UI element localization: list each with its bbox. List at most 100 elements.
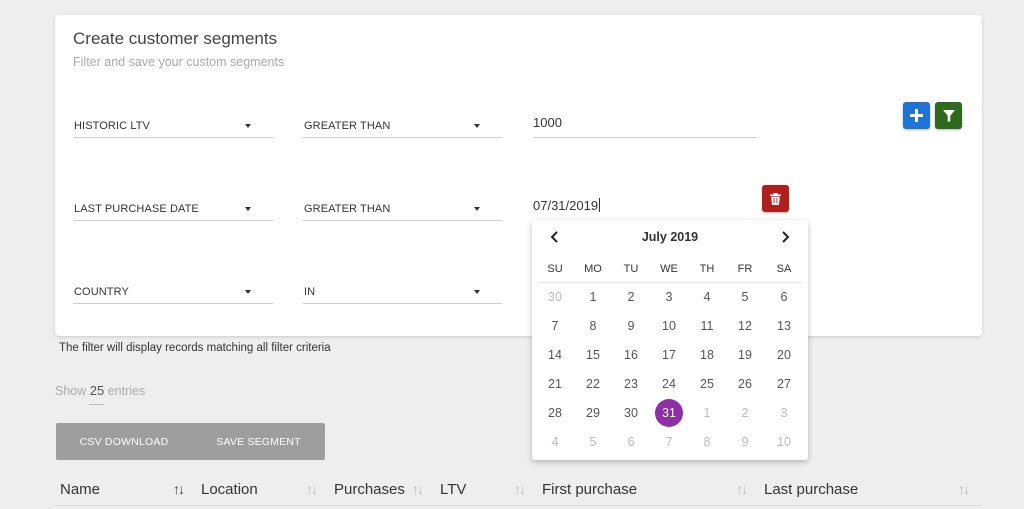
chevron-down-icon xyxy=(245,290,251,294)
chevron-down-icon xyxy=(245,207,251,211)
calendar-day[interactable]: 1 xyxy=(692,400,722,426)
calendar-day[interactable]: 11 xyxy=(692,313,722,339)
calendar-day[interactable]: 8 xyxy=(578,313,608,339)
calendar-month-label: July 2019 xyxy=(641,230,699,244)
entries-prefix: Show xyxy=(55,384,87,398)
calendar-day[interactable]: 16 xyxy=(616,342,646,368)
calendar-day[interactable]: 2 xyxy=(616,284,646,310)
calendar-day[interactable]: 17 xyxy=(654,342,684,368)
date-picker: July 2019 SU MO TU WE TH FR SA 30 1 2 3 4 5 6 7 8 9 10 11 1… xyxy=(532,220,808,460)
calendar-day[interactable]: 3 xyxy=(769,400,799,426)
calendar-day[interactable]: 30 xyxy=(616,400,646,426)
chevron-down-icon xyxy=(474,124,480,128)
filter-2-operator-value: GREATER THAN xyxy=(304,203,391,215)
calendar-day[interactable]: 24 xyxy=(654,371,684,397)
weekday-label: SU xyxy=(547,263,563,275)
column-header-name[interactable]: Name xyxy=(60,481,100,498)
delete-filter-button[interactable] xyxy=(762,185,789,212)
calendar-day[interactable]: 23 xyxy=(616,371,646,397)
filter-3-operator-select[interactable]: IN xyxy=(303,280,502,304)
column-header-ltv[interactable]: LTV xyxy=(440,481,466,498)
calendar-day[interactable]: 13 xyxy=(769,313,799,339)
apply-filter-button[interactable] xyxy=(935,102,962,129)
filter-2-value-input[interactable]: 07/31/2019 xyxy=(533,197,757,221)
calendar-day[interactable]: 21 xyxy=(540,371,570,397)
calendar-day[interactable]: 22 xyxy=(578,371,608,397)
filter-3-field-select[interactable]: COUNTRY xyxy=(73,280,273,304)
filter-1-field-select[interactable]: HISTORIC LTV xyxy=(73,114,273,138)
weekday-label: FR xyxy=(737,263,753,275)
weekday-label: WE xyxy=(660,263,678,275)
calendar-day[interactable]: 6 xyxy=(616,429,646,455)
csv-download-button[interactable]: CSV DOWNLOAD xyxy=(56,423,192,460)
entries-count-select[interactable]: 25 xyxy=(90,383,104,398)
calendar-day-selected[interactable]: 31 xyxy=(655,399,683,427)
sort-icon[interactable]: ↑↓ xyxy=(958,481,970,497)
calendar-day[interactable]: 7 xyxy=(540,313,570,339)
weekday-label: TH xyxy=(699,263,715,275)
calendar-day[interactable]: 8 xyxy=(692,429,722,455)
sort-icon[interactable]: ↑↓ xyxy=(736,481,748,497)
chevron-down-icon xyxy=(474,207,480,211)
add-filter-button[interactable] xyxy=(903,102,930,129)
trash-icon xyxy=(770,192,781,205)
calendar-day[interactable]: 10 xyxy=(769,429,799,455)
calendar-divider xyxy=(538,282,802,283)
calendar-day[interactable]: 29 xyxy=(578,400,608,426)
calendar-day[interactable]: 1 xyxy=(578,284,608,310)
sort-icon[interactable]: ↑↓ xyxy=(514,481,526,497)
calendar-day[interactable]: 10 xyxy=(654,313,684,339)
sort-icon[interactable]: ↑↓ xyxy=(173,481,185,497)
entries-underline xyxy=(89,404,104,405)
calendar-day[interactable]: 9 xyxy=(730,429,760,455)
calendar-day[interactable]: 7 xyxy=(654,429,684,455)
calendar-day[interactable]: 27 xyxy=(769,371,799,397)
filter-1-operator-select[interactable]: GREATER THAN xyxy=(303,114,502,138)
save-segment-button[interactable]: SAVE SEGMENT xyxy=(192,423,325,460)
column-header-first-purchase[interactable]: First purchase xyxy=(542,481,637,498)
sort-icon[interactable]: ↑↓ xyxy=(306,481,318,497)
chevron-right-icon[interactable] xyxy=(777,229,793,245)
entries-control: Show 25 entries xyxy=(55,383,145,398)
filter-1-value-text: 1000 xyxy=(533,115,562,130)
filter-3-operator-value: IN xyxy=(304,286,316,298)
calendar-day[interactable]: 25 xyxy=(692,371,722,397)
calendar-day[interactable]: 2 xyxy=(730,400,760,426)
weekday-label: TU xyxy=(623,263,639,275)
plus-icon xyxy=(910,109,923,122)
calendar-day[interactable]: 5 xyxy=(578,429,608,455)
filter-1-value-input[interactable]: 1000 xyxy=(533,114,757,138)
text-cursor xyxy=(599,198,601,212)
calendar-day[interactable]: 30 xyxy=(540,284,570,310)
filter-icon xyxy=(942,109,955,122)
filter-note: The filter will display records matching… xyxy=(59,342,331,354)
calendar-day[interactable]: 12 xyxy=(730,313,760,339)
calendar-day[interactable]: 4 xyxy=(692,284,722,310)
weekday-label: MO xyxy=(584,263,602,275)
calendar-day[interactable]: 20 xyxy=(769,342,799,368)
calendar-day[interactable]: 18 xyxy=(692,342,722,368)
filter-2-field-value: LAST PURCHASE DATE xyxy=(74,203,199,215)
filter-1-operator-value: GREATER THAN xyxy=(304,120,391,132)
page-title: Create customer segments xyxy=(73,29,278,48)
calendar-day[interactable]: 15 xyxy=(578,342,608,368)
page-subtitle: Filter and save your custom segments xyxy=(73,55,285,69)
column-header-purchases[interactable]: Purchases xyxy=(334,481,405,498)
calendar-day[interactable]: 5 xyxy=(730,284,760,310)
calendar-day[interactable]: 3 xyxy=(654,284,684,310)
action-bar: CSV DOWNLOAD SAVE SEGMENT xyxy=(56,423,325,460)
column-header-location[interactable]: Location xyxy=(201,481,258,498)
calendar-day[interactable]: 26 xyxy=(730,371,760,397)
calendar-day[interactable]: 28 xyxy=(540,400,570,426)
calendar-day[interactable]: 14 xyxy=(540,342,570,368)
filter-2-field-select[interactable]: LAST PURCHASE DATE xyxy=(73,197,273,221)
sort-icon[interactable]: ↑↓ xyxy=(412,481,424,497)
calendar-day[interactable]: 9 xyxy=(616,313,646,339)
chevron-down-icon xyxy=(245,124,251,128)
filter-2-operator-select[interactable]: GREATER THAN xyxy=(303,197,502,221)
calendar-day[interactable]: 19 xyxy=(730,342,760,368)
calendar-day[interactable]: 4 xyxy=(540,429,570,455)
column-header-last-purchase[interactable]: Last purchase xyxy=(764,481,858,498)
filter-2-value-text: 07/31/2019 xyxy=(533,198,599,213)
calendar-day[interactable]: 6 xyxy=(769,284,799,310)
